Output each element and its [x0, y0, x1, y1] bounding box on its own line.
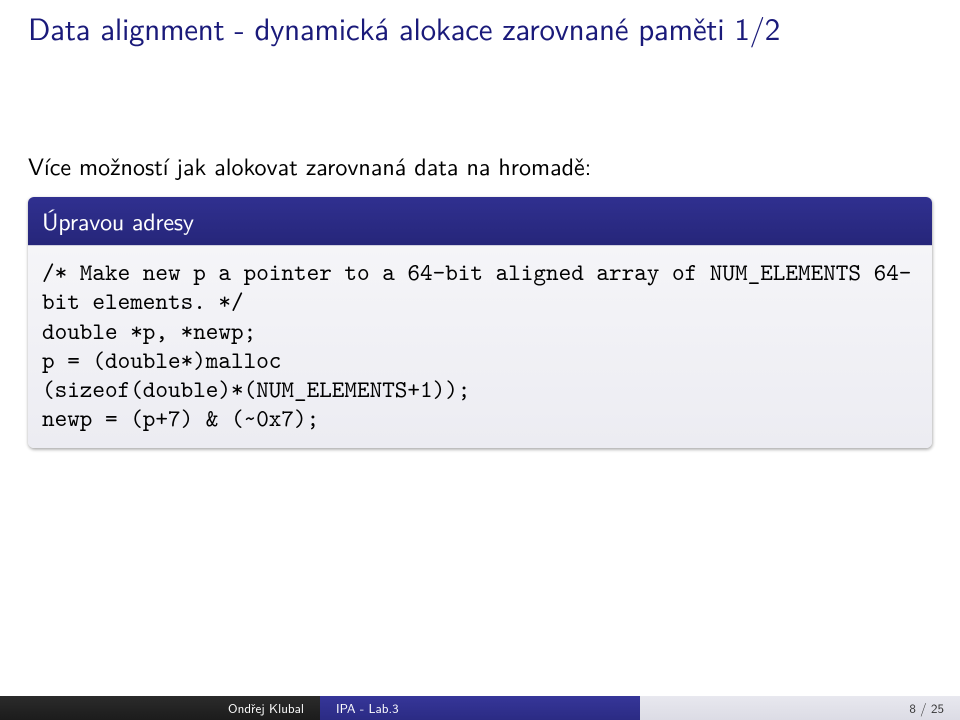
- slide-content: Více možností jak alokovat zarovnaná dat…: [0, 58, 960, 448]
- block-header: Úpravou adresy: [28, 197, 932, 245]
- example-block: Úpravou adresy /* Make new p a pointer t…: [28, 197, 932, 448]
- slide: Data alignment - dynamická alokace zarov…: [0, 0, 960, 720]
- slide-title: Data alignment - dynamická alokace zarov…: [0, 0, 960, 58]
- block-body: /* Make new p a pointer to a 64-bit alig…: [28, 245, 932, 448]
- code-listing: /* Make new p a pointer to a 64-bit alig…: [42, 258, 918, 434]
- footer-page-number: 8 / 25: [640, 696, 960, 720]
- footer-author: Ondřej Klubal: [0, 696, 320, 720]
- footer-short-title: IPA - Lab.3: [320, 696, 640, 720]
- footer: Ondřej Klubal IPA - Lab.3 8 / 25: [0, 696, 960, 720]
- lead-text: Více možností jak alokovat zarovnaná dat…: [28, 148, 932, 183]
